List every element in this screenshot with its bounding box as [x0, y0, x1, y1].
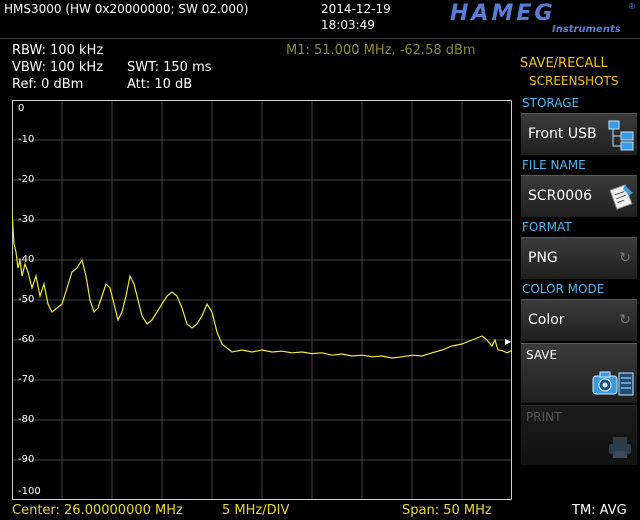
folder-tree-icon: [608, 120, 634, 151]
rbw-setting: RBW: 100 kHz: [12, 43, 104, 58]
storage-label: STORAGE: [522, 96, 580, 110]
header-date: 2014-12-19: [321, 2, 391, 16]
camera-save-icon: [592, 371, 634, 396]
y-tick-label: -30: [18, 214, 35, 225]
file-name-softkey[interactable]: SCR0006: [521, 175, 637, 217]
format-label: FORMAT: [522, 220, 572, 234]
trace-mode: TM: AVG: [572, 503, 627, 518]
ref-level-marker-icon: ▶: [505, 337, 512, 346]
storage-softkey[interactable]: Front USB: [521, 113, 637, 155]
file-name-label: FILE NAME: [522, 158, 586, 172]
header-bar: HMS3000 (HW 0x20000000; SW 02.000) 2014-…: [0, 0, 640, 39]
file-name-value: SCR0006: [528, 188, 593, 204]
color-mode-value: Color: [528, 312, 565, 328]
div-setting: 5 MHz/DIV: [222, 503, 290, 518]
instrument-model: HMS3000 (HW 0x20000000; SW 02.000): [4, 2, 249, 16]
format-softkey[interactable]: PNG ↻: [521, 237, 637, 279]
brand-subtitle: Instruments: [552, 24, 621, 35]
span-setting: Span: 50 MHz: [402, 503, 492, 518]
attenuation-setting: Att: 10 dB: [127, 77, 193, 92]
format-value: PNG: [528, 250, 558, 266]
edit-document-icon: [609, 184, 633, 210]
printer-icon: [609, 437, 631, 458]
color-mode-softkey[interactable]: Color ↻: [521, 299, 637, 341]
header-time: 18:03:49: [321, 18, 375, 32]
brand-registered-mark: ®: [628, 2, 636, 11]
y-tick-label: -40: [18, 254, 35, 265]
ref-level-setting: Ref: 0 dBm: [12, 77, 84, 92]
marker-readout: M1: 51.000 MHz, -62.58 dBm: [286, 43, 476, 58]
y-tick-label: -80: [18, 414, 35, 425]
spectrum-plot: [12, 100, 512, 500]
storage-value: Front USB: [528, 126, 597, 142]
y-tick-label: -20: [18, 174, 35, 185]
rotate-icon: ↻: [619, 312, 631, 328]
y-tick-label: -70: [18, 374, 35, 385]
plot-grid: [12, 100, 512, 500]
menu-subtitle: SCREENSHOTS: [529, 74, 619, 88]
print-label: PRINT: [526, 410, 562, 424]
color-mode-label: COLOR MODE: [522, 282, 605, 296]
print-softkey[interactable]: PRINT: [521, 405, 637, 465]
y-tick-label: -90: [18, 454, 35, 465]
spectrum-plot-svg: [12, 100, 512, 500]
y-tick-label: -10: [18, 134, 35, 145]
menu-title: SAVE/RECALL: [520, 56, 608, 71]
y-tick-label: -100: [18, 486, 41, 497]
save-label: SAVE: [526, 348, 558, 362]
y-tick-label: -60: [18, 334, 35, 345]
y-tick-label: -50: [18, 294, 35, 305]
save-softkey[interactable]: SAVE: [521, 343, 637, 403]
y-tick-label: 0: [18, 103, 25, 114]
center-frequency: Center: 26.00000000 MHz: [12, 503, 183, 518]
vbw-setting: VBW: 100 kHz: [12, 60, 104, 75]
brand-logo: HAMEG: [450, 1, 556, 26]
rotate-icon: ↻: [619, 250, 631, 266]
sweep-time-setting: SWT: 150 ms: [127, 60, 212, 75]
